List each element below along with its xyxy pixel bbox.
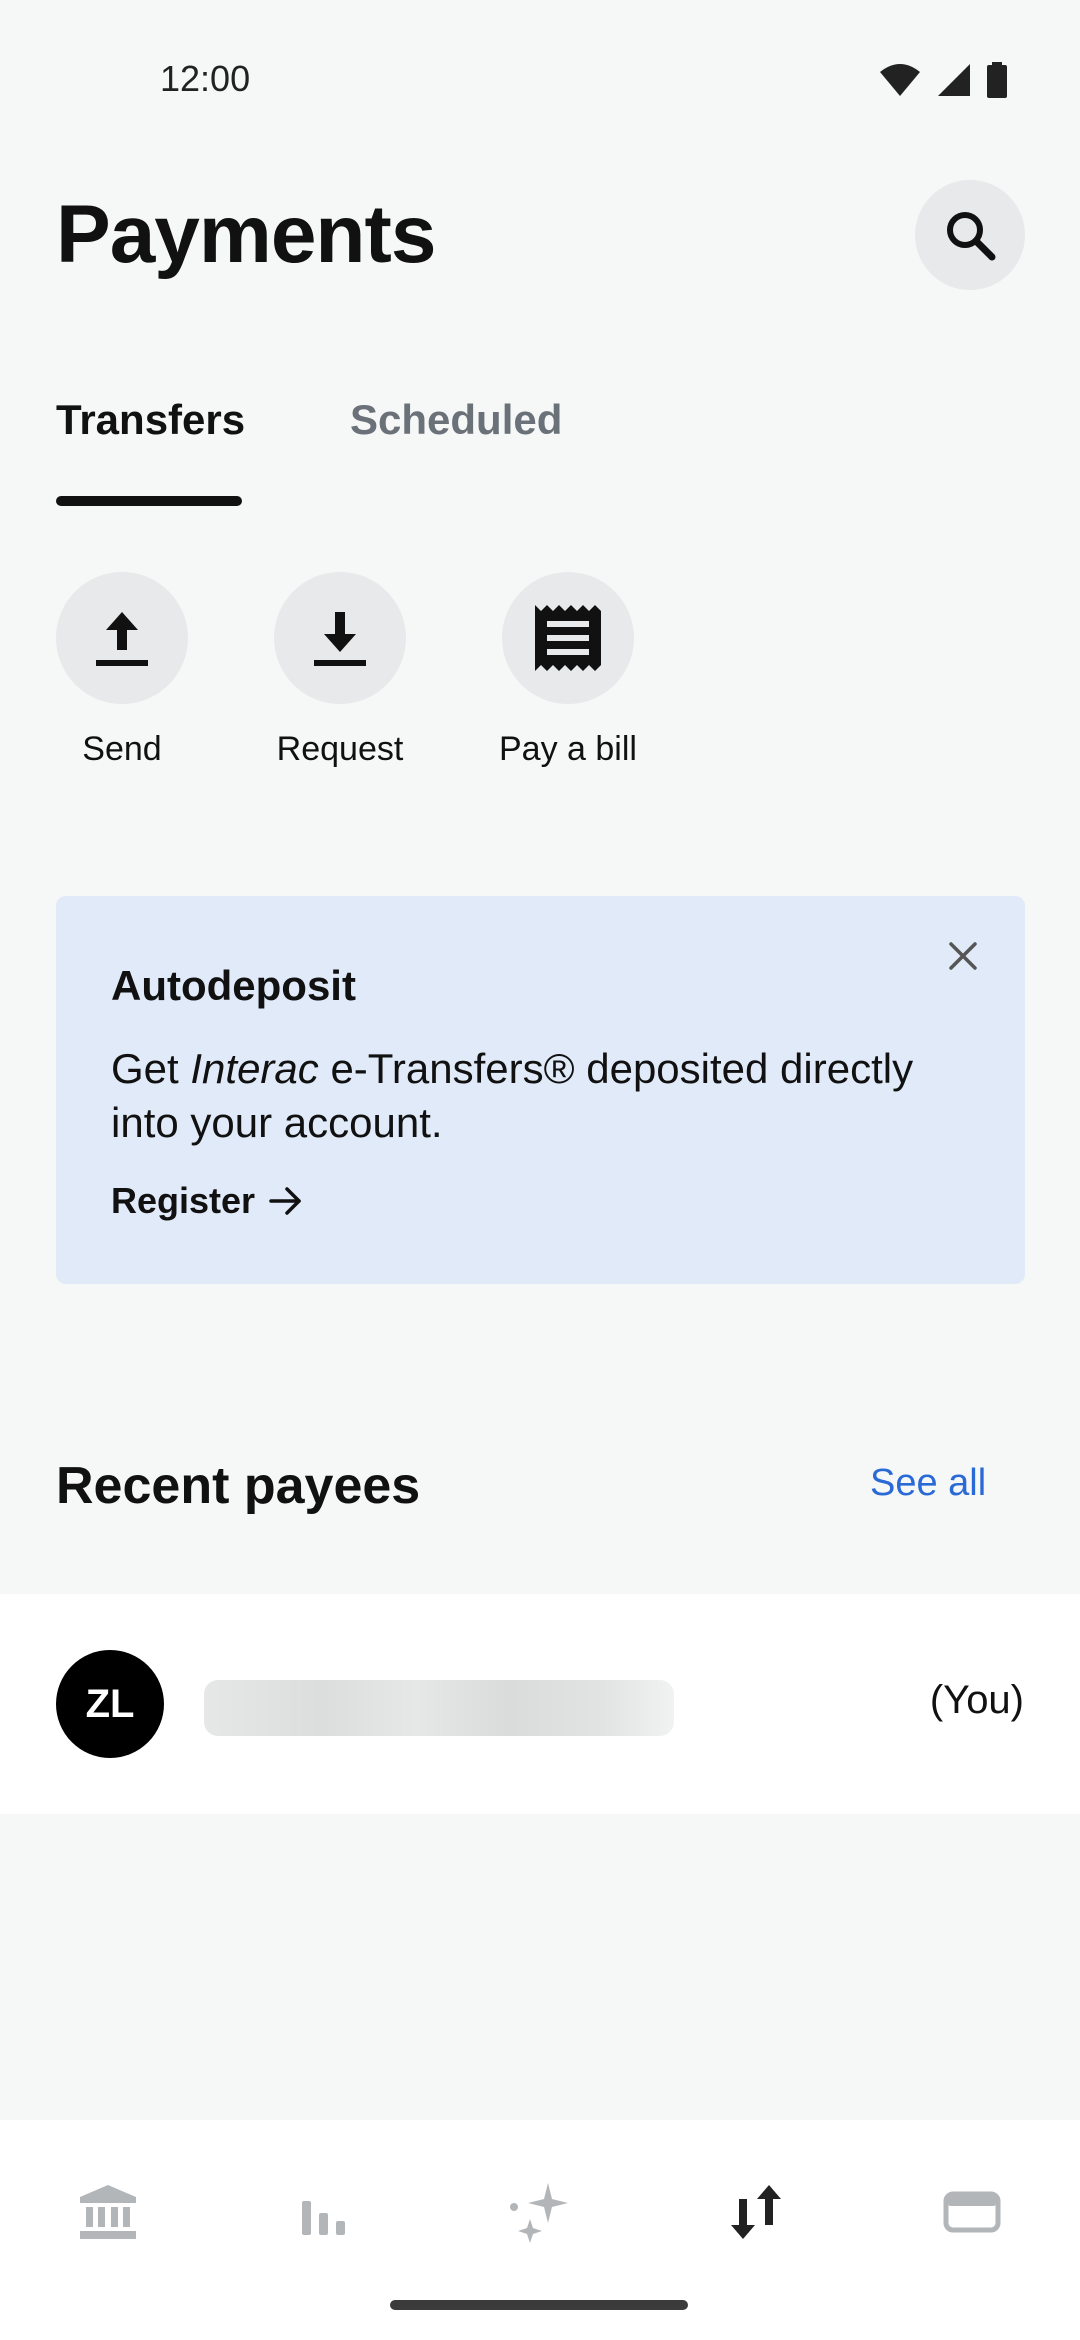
tab-scheduled[interactable]: Scheduled (350, 396, 562, 444)
see-all-link[interactable]: See all (870, 1462, 986, 1505)
send-button[interactable] (56, 572, 188, 704)
send-label: Send (82, 730, 162, 768)
nav-accounts[interactable] (68, 2172, 148, 2252)
request-button[interactable] (274, 572, 406, 704)
request-label: Request (276, 730, 404, 768)
nav-payments[interactable] (716, 2172, 796, 2252)
status-bar: 12:00 (0, 0, 1080, 120)
cellular-signal-icon (938, 64, 970, 96)
upload-icon (96, 612, 148, 666)
close-button[interactable] (937, 930, 989, 982)
arrow-right-icon (269, 1187, 301, 1215)
promo-body-brand: Interac (190, 1045, 319, 1092)
status-icons (878, 62, 1008, 98)
register-link[interactable]: Register (111, 1180, 303, 1222)
card-icon (943, 2191, 1001, 2233)
nav-discover[interactable] (500, 2172, 580, 2252)
search-icon (947, 212, 996, 261)
sparkle-icon (510, 2183, 568, 2243)
payee-row[interactable]: ZL (You) (0, 1594, 1080, 1814)
tab-transfers[interactable]: Transfers (56, 396, 245, 444)
page-title: Payments (56, 189, 436, 280)
download-icon (314, 612, 366, 666)
register-label: Register (111, 1180, 256, 1221)
promo-title: Autodeposit (111, 962, 356, 1009)
wifi-icon (880, 64, 920, 96)
avatar: ZL (56, 1650, 164, 1758)
nav-insights[interactable] (284, 2172, 364, 2252)
promo-body-prefix: Get (111, 1045, 191, 1092)
recent-payees-title: Recent payees (56, 1457, 421, 1515)
bank-icon (80, 2185, 136, 2239)
pay-bill-button[interactable] (501, 572, 634, 704)
payee-note: (You) (929, 1678, 1024, 1722)
request-action[interactable]: Request (274, 572, 406, 769)
pay-bill-label: Pay a bill (499, 730, 637, 768)
tab-indicator (56, 496, 242, 506)
promo-body: Get Interac e-Transfers® deposited direc… (111, 1042, 991, 1150)
bar-chart-icon (302, 2201, 345, 2235)
transfer-arrows-icon (731, 2185, 781, 2239)
autodeposit-card: Autodeposit Get Interac e-Transfers® dep… (56, 896, 1025, 1284)
status-time: 12:00 (160, 58, 251, 99)
payee-name-redacted (204, 1680, 674, 1736)
receipt-icon (534, 605, 601, 671)
home-indicator (390, 2300, 688, 2310)
nav-cards[interactable] (932, 2172, 1012, 2252)
close-icon (949, 942, 977, 970)
battery-icon (987, 62, 1007, 98)
pay-bill-action[interactable]: Pay a bill (499, 572, 637, 769)
search-button[interactable] (915, 180, 1025, 290)
send-action[interactable]: Send (56, 572, 188, 769)
